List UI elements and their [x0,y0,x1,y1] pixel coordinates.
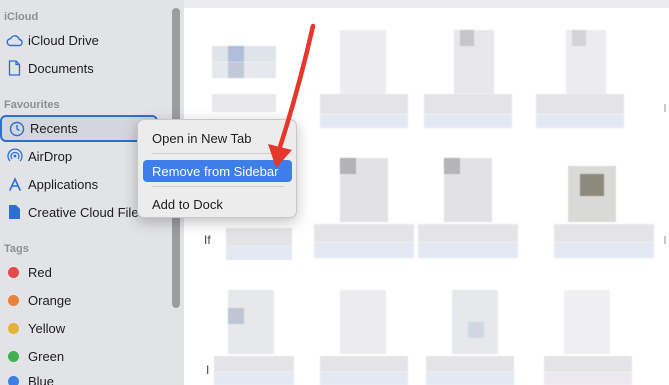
annotation-arrow-icon [268,23,316,168]
